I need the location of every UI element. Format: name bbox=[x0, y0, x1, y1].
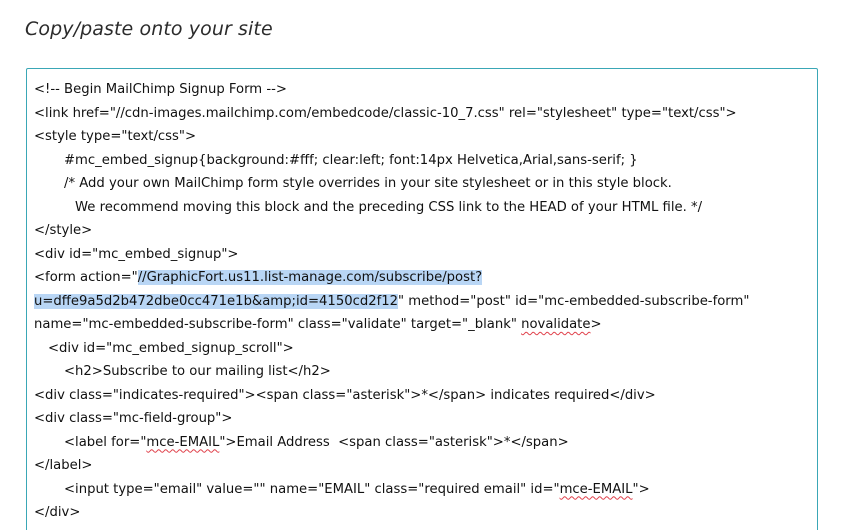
code-text: <input type="email" value="" name="EMAIL… bbox=[64, 481, 560, 497]
code-line: <link href="//cdn-images.mailchimp.com/e… bbox=[34, 105, 737, 121]
code-line: <div id="mc_embed_signup"> bbox=[34, 246, 239, 262]
code-line: <!-- Begin MailChimp Signup Form --> bbox=[34, 82, 287, 97]
code-line: <input type="email" value="" name="EMAIL… bbox=[27, 478, 817, 502]
code-line: We recommend moving this block and the p… bbox=[75, 199, 703, 215]
code-line: </label> bbox=[34, 458, 93, 473]
code-line: name="mc-embedded-subscribe-form" class=… bbox=[27, 313, 817, 337]
code-line: </div> bbox=[34, 505, 81, 520]
selected-text: //GraphicFort.us11.list-manage.com/subsc… bbox=[137, 270, 483, 285]
spellcheck-word: mce-EMAIL bbox=[146, 434, 220, 450]
code-line: <div id="mc_embed_signup_scroll"> bbox=[48, 340, 294, 356]
code-line: <div class="indicates-required"><span cl… bbox=[34, 387, 656, 403]
code-line: u=dffe9a5d2b472dbe0cc471e1b&amp;id=4150c… bbox=[27, 290, 817, 314]
code-text: > bbox=[590, 317, 602, 332]
code-text: <form action=" bbox=[34, 270, 138, 285]
code-line: <style type="text/css"> bbox=[34, 129, 197, 144]
selected-text: u=dffe9a5d2b472dbe0cc471e1b&amp;id=4150c… bbox=[34, 293, 399, 309]
spellcheck-word: novalidate bbox=[521, 317, 591, 332]
code-text: "> bbox=[632, 481, 650, 497]
code-line: <form action="//GraphicFort.us11.list-ma… bbox=[27, 266, 817, 290]
code-line: <h2>Subscribe to our mailing list</h2> bbox=[64, 364, 331, 379]
code-line: <label for="mce-EMAIL">Email Address <sp… bbox=[27, 431, 817, 455]
code-line: #mc_embed_signup{background:#fff; clear:… bbox=[64, 152, 638, 168]
code-text: <label for=" bbox=[64, 434, 147, 450]
code-text: name="mc-embedded-subscribe-form" class=… bbox=[34, 317, 522, 332]
section-heading: Copy/paste onto your site bbox=[25, 18, 273, 40]
code-line: </style> bbox=[34, 223, 93, 238]
code-line: /* Add your own MailChimp form style ove… bbox=[64, 176, 672, 191]
embed-code-content: <!-- Begin MailChimp Signup Form --> <li… bbox=[27, 78, 817, 525]
spellcheck-word: mce-EMAIL bbox=[559, 481, 633, 497]
embed-code-textarea[interactable]: <!-- Begin MailChimp Signup Form --> <li… bbox=[26, 68, 818, 530]
code-text: " method="post" id="mc-embedded-subscrib… bbox=[398, 293, 750, 309]
code-line: <div class="mc-field-group"> bbox=[34, 411, 233, 426]
code-text: ">Email Address <span class="asterisk">*… bbox=[219, 434, 569, 450]
